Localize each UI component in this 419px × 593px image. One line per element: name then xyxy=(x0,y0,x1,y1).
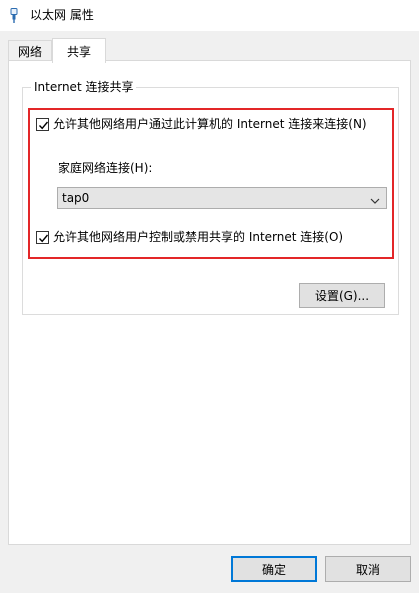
title-bar: 以太网 属性 xyxy=(0,0,419,31)
chevron-down-icon xyxy=(370,194,380,208)
window-title: 以太网 属性 xyxy=(30,8,94,22)
checkmark-icon xyxy=(38,121,49,129)
home-network-value: tap0 xyxy=(62,191,90,205)
sharing-tab-panel: Internet 连接共享 允许其他网络用户通过此计算机的 Internet 连… xyxy=(8,60,411,545)
network-adapter-icon xyxy=(8,8,20,23)
allow-control-checkbox[interactable] xyxy=(36,230,49,244)
allow-sharing-option[interactable]: 允许其他网络用户通过此计算机的 Internet 连接来连接(N) xyxy=(36,117,367,131)
allow-control-option[interactable]: 允许其他网络用户控制或禁用共享的 Internet 连接(O) xyxy=(36,230,343,244)
home-network-select[interactable]: tap0 xyxy=(57,187,387,209)
home-network-label: 家庭网络连接(H): xyxy=(58,161,153,175)
tab-sharing[interactable]: 共享 xyxy=(52,38,106,63)
allow-sharing-checkbox[interactable] xyxy=(36,117,49,131)
group-title: Internet 连接共享 xyxy=(31,80,137,94)
allow-sharing-label: 允许其他网络用户通过此计算机的 Internet 连接来连接(N) xyxy=(53,117,367,131)
checkmark-icon xyxy=(38,234,49,242)
allow-control-label: 允许其他网络用户控制或禁用共享的 Internet 连接(O) xyxy=(53,230,344,244)
settings-button[interactable]: 设置(G)... xyxy=(299,283,385,308)
tab-network[interactable]: 网络 xyxy=(8,40,52,61)
cancel-button[interactable]: 取消 xyxy=(325,556,411,582)
ok-button[interactable]: 确定 xyxy=(231,556,317,582)
